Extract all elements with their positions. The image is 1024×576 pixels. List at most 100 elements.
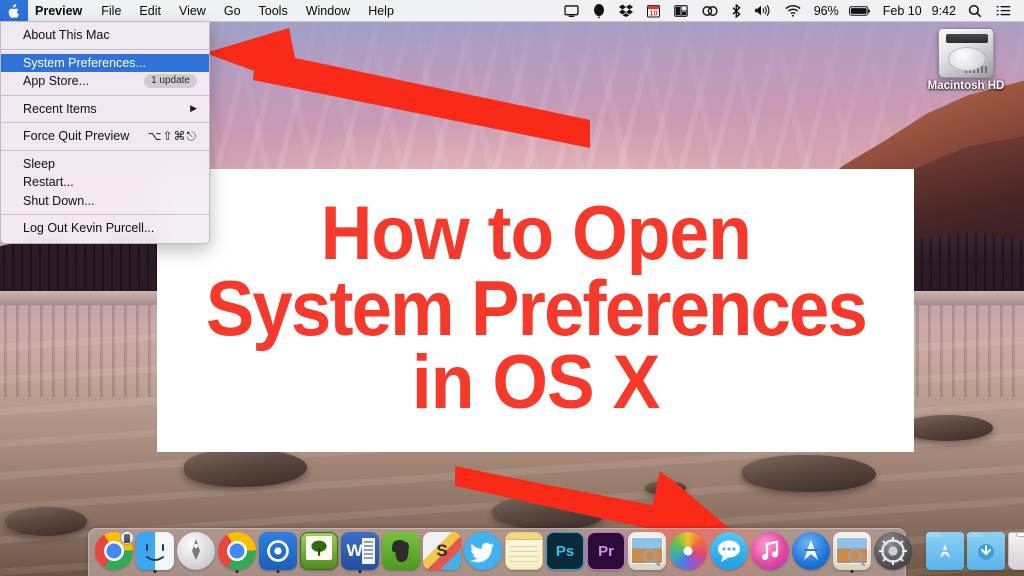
appstore-icon	[792, 532, 830, 570]
dock-item-system-preferences[interactable]	[873, 530, 913, 574]
photos-icon	[669, 532, 707, 570]
apple-logo-icon[interactable]	[0, 0, 28, 21]
folder-downloads-icon	[967, 532, 1005, 570]
menu-bar-left: Preview File Edit View Go Tools Window H…	[0, 0, 403, 21]
airplay-display-icon[interactable]	[557, 0, 586, 21]
dock-item-preview-active[interactable]	[832, 530, 872, 574]
menu-item-label: Force Quit Preview	[23, 129, 130, 144]
dock-item-photos[interactable]	[668, 530, 708, 574]
dock-item-premiere[interactable]: Pr	[586, 530, 626, 574]
dock-item-preview[interactable]	[627, 530, 667, 574]
wifi-icon[interactable]	[778, 0, 808, 21]
messages-icon	[710, 532, 748, 570]
menu-item-label: Log Out Kevin Purcell...	[23, 221, 155, 236]
menu-separator	[1, 214, 209, 215]
menu-window[interactable]: Window	[297, 0, 359, 21]
apple-menu-item-app-store[interactable]: App Store... 1 update	[1, 72, 209, 91]
volume-icon[interactable]	[748, 0, 778, 21]
dock-item-finder[interactable]	[135, 530, 175, 574]
running-indicator	[153, 570, 157, 573]
dock-item-photoshop[interactable]: Ps	[545, 530, 585, 574]
apple-menu-item-about-this-mac[interactable]: About This Mac	[1, 26, 209, 45]
apple-menu-item-shut-down[interactable]: Shut Down...	[1, 192, 209, 211]
menu-bar-status-area: 10 96% Feb 10 9:42	[557, 0, 1024, 21]
calendar-icon[interactable]: 10	[640, 0, 667, 21]
chrome-remote-icon[interactable]	[695, 0, 725, 21]
folder-applications-icon	[926, 532, 964, 570]
dock-item-twitter[interactable]	[463, 530, 503, 574]
battery-percent-label: 96%	[813, 3, 839, 18]
apple-menu-dropdown: About This Mac System Preferences... App…	[0, 22, 210, 244]
menu-bar: Preview File Edit View Go Tools Window H…	[0, 0, 1024, 22]
hard-disk-icon	[938, 28, 994, 78]
app-store-update-badge: 1 update	[144, 74, 197, 89]
balloon-icon[interactable]	[586, 0, 612, 21]
title-line-2: System Preferences	[205, 263, 867, 352]
window-tiling-icon[interactable]	[667, 0, 695, 21]
apple-menu-item-force-quit[interactable]: Force Quit Preview ⌥⇧⌘⎋	[1, 127, 209, 146]
dock-badge-device	[120, 531, 134, 545]
chevron-right-icon: ▶	[190, 103, 197, 114]
dock-item-messages[interactable]	[709, 530, 749, 574]
dock-item-chrome[interactable]	[217, 530, 257, 574]
force-quit-shortcut: ⌥⇧⌘⎋	[147, 128, 197, 143]
menu-go[interactable]: Go	[215, 0, 250, 21]
gear-icon	[874, 532, 912, 570]
dock-item-olivetree[interactable]	[299, 530, 339, 574]
apple-menu-item-log-out[interactable]: Log Out Kevin Purcell...	[1, 219, 209, 238]
apple-menu-item-restart[interactable]: Restart...	[1, 173, 209, 192]
dock-item-launchpad[interactable]	[176, 530, 216, 574]
desktop-icon-label: Macintosh HD	[927, 80, 1005, 92]
apple-menu-item-recent-items[interactable]: Recent Items ▶	[1, 100, 209, 119]
menu-bar-date[interactable]: Feb 10	[878, 4, 927, 18]
menu-separator	[1, 149, 209, 151]
dock-item-trash[interactable]	[1007, 530, 1024, 574]
battery-icon[interactable]	[842, 0, 878, 21]
menu-separator	[1, 122, 209, 123]
chrome-icon	[218, 532, 256, 570]
launchpad-icon	[177, 532, 215, 570]
word-letter: W	[346, 541, 363, 560]
arrow-to-system-preferences-menu-item	[205, 28, 590, 148]
notification-center-icon[interactable]	[989, 0, 1018, 21]
menu-app-name[interactable]: Preview	[28, 0, 92, 21]
dock-item-evernote[interactable]	[381, 530, 421, 574]
spotlight-search-icon[interactable]	[961, 0, 989, 21]
svg-text:10: 10	[649, 8, 657, 17]
olivetree-icon	[300, 532, 338, 570]
menu-tools[interactable]: Tools	[250, 0, 297, 21]
apple-menu-item-sleep[interactable]: Sleep	[1, 155, 209, 174]
dock-item-downloads-folder[interactable]	[966, 530, 1006, 574]
running-indicator	[276, 570, 280, 573]
bluetooth-icon[interactable]	[725, 0, 748, 21]
running-indicator	[358, 570, 362, 573]
preview-icon	[628, 532, 666, 570]
apple-menu-item-system-preferences[interactable]: System Preferences...	[1, 53, 209, 72]
menu-item-label: About This Mac	[23, 28, 110, 43]
menu-separator	[1, 94, 209, 96]
dock-folders-list	[925, 530, 1024, 574]
menu-help[interactable]: Help	[359, 0, 403, 21]
dock-item-notes[interactable]	[504, 530, 544, 574]
dock-item-word[interactable]: W	[340, 530, 380, 574]
finder-icon	[136, 532, 174, 570]
dock-item-camtasia[interactable]	[258, 530, 298, 574]
dock-item-app-store[interactable]	[791, 530, 831, 574]
menu-item-trailing: 1 update	[144, 74, 197, 89]
wallpaper-rock	[184, 449, 308, 487]
dock-item-chrome-canary[interactable]	[94, 530, 134, 574]
notes-icon	[505, 532, 543, 570]
desktop-icon-macintosh-hd[interactable]: Macintosh HD	[920, 22, 1012, 92]
dock-item-itunes[interactable]	[750, 530, 790, 574]
menu-view[interactable]: View	[170, 0, 215, 21]
dock-app-list: W S Ps Pr	[94, 530, 913, 574]
menu-file[interactable]: File	[92, 0, 130, 21]
menu-bar-time[interactable]: 9:42	[927, 4, 961, 18]
menu-edit[interactable]: Edit	[130, 0, 170, 21]
dock-item-skype[interactable]: S	[422, 530, 462, 574]
dropbox-icon[interactable]	[612, 0, 640, 21]
dock-item-applications-folder[interactable]	[925, 530, 965, 574]
menu-item-label: Sleep	[23, 156, 55, 171]
hard-disk-vents	[965, 66, 987, 73]
running-indicator	[850, 570, 854, 573]
